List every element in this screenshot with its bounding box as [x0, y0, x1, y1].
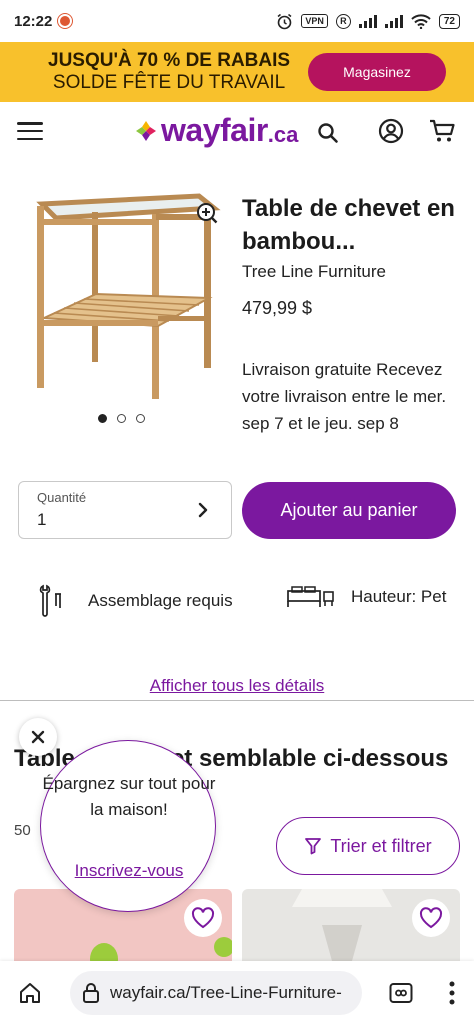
product-price: 479,99 $ [242, 298, 313, 318]
carousel-dot-1[interactable] [98, 414, 107, 423]
heart-icon [419, 907, 443, 929]
site-header: wayfair .ca [0, 102, 474, 160]
cart-icon[interactable] [428, 118, 456, 144]
status-bar: 12:22 VPN R 72 [0, 0, 474, 42]
quantity-label: Quantité [37, 490, 87, 505]
account-icon[interactable] [378, 118, 404, 144]
favorite-button-2[interactable] [412, 899, 450, 937]
similar-product-card-2[interactable] [242, 889, 460, 961]
product-brand[interactable]: Tree Line Furniture [242, 262, 386, 282]
r-badge-icon: R [335, 13, 351, 29]
more-options-icon[interactable] [449, 981, 455, 1005]
popup-message: Épargnez sur tout pour la maison! [42, 774, 216, 819]
image-carousel-dots [98, 414, 145, 423]
results-count: 50 [14, 822, 31, 839]
promo-banner[interactable]: JUSQU'À 70 % DE RABAIS SOLDE FÊTE DU TRA… [0, 42, 474, 102]
signup-popup: Épargnez sur tout pour la maison! Inscri… [40, 740, 216, 912]
tools-icon [39, 584, 61, 617]
section-divider [0, 700, 474, 701]
favorite-button-1[interactable] [184, 899, 222, 937]
wayfair-logo[interactable]: wayfair .ca [135, 112, 298, 149]
filter-icon [305, 838, 322, 855]
carousel-dot-3[interactable] [136, 414, 145, 423]
product-image[interactable] [24, 186, 224, 402]
tabs-icon[interactable] [389, 982, 413, 1004]
menu-icon[interactable] [17, 122, 43, 140]
height-label: Hauteur: Pet [351, 587, 447, 606]
quantity-selector[interactable]: Quantité 1 [18, 481, 232, 539]
heart-icon [191, 907, 215, 929]
duckduckgo-icon [58, 14, 73, 28]
feature-height: Hauteur: Pet [286, 584, 446, 610]
shipping-info: Livraison gratuite Recevez votre livrais… [242, 360, 447, 433]
wifi-icon [411, 13, 431, 29]
promo-subline: SOLDE FÊTE DU TRAVAIL [52, 72, 286, 93]
signup-link[interactable]: Inscrivez-vous [41, 861, 217, 881]
logo-wordmark: wayfair [161, 112, 268, 148]
url-text: wayfair.ca/Tree-Line-Furniture- [110, 983, 342, 1002]
signal-icon [358, 14, 377, 28]
home-icon[interactable] [18, 981, 42, 1005]
feature-assembly: Assemblage requis [38, 584, 233, 618]
promo-text: JUSQU'À 70 % DE RABAIS SOLDE FÊTE DU TRA… [48, 50, 290, 94]
add-to-cart-button[interactable]: Ajouter au panier [242, 482, 456, 539]
battery-icon: 72 [438, 13, 460, 29]
product-title: Table de chevet en bambou... [242, 195, 455, 255]
vpn-icon: VPN [301, 14, 328, 28]
alarm-icon [277, 13, 292, 29]
signal-2-icon [384, 14, 403, 28]
carousel-dot-2[interactable] [117, 414, 126, 423]
address-bar[interactable]: wayfair.ca/Tree-Line-Furniture- [70, 971, 362, 1015]
promo-headline: JUSQU'À 70 % DE RABAIS [48, 50, 291, 71]
view-all-details-link[interactable]: Afficher tous les détails [0, 676, 474, 696]
sort-filter-button[interactable]: Trier et filtrer [276, 817, 460, 875]
quantity-value: 1 [37, 510, 47, 529]
lock-icon [83, 983, 99, 1003]
bed-icon [287, 586, 334, 607]
status-icons: VPN R 72 [276, 13, 460, 30]
search-icon[interactable] [317, 122, 339, 144]
browser-toolbar: wayfair.ca/Tree-Line-Furniture- [0, 961, 474, 1026]
logo-suffix: .ca [267, 121, 299, 147]
popup-close-button[interactable] [19, 718, 57, 756]
wayfair-pinwheel-icon [136, 120, 156, 141]
status-time: 12:22 [14, 12, 53, 30]
close-icon [31, 730, 45, 744]
chevron-right-icon [198, 502, 208, 518]
zoom-in-icon[interactable] [196, 202, 218, 224]
shop-now-button[interactable]: Magasinez [308, 53, 446, 91]
assembly-label: Assemblage requis [88, 591, 233, 610]
sort-filter-label: Trier et filtrer [330, 835, 432, 856]
